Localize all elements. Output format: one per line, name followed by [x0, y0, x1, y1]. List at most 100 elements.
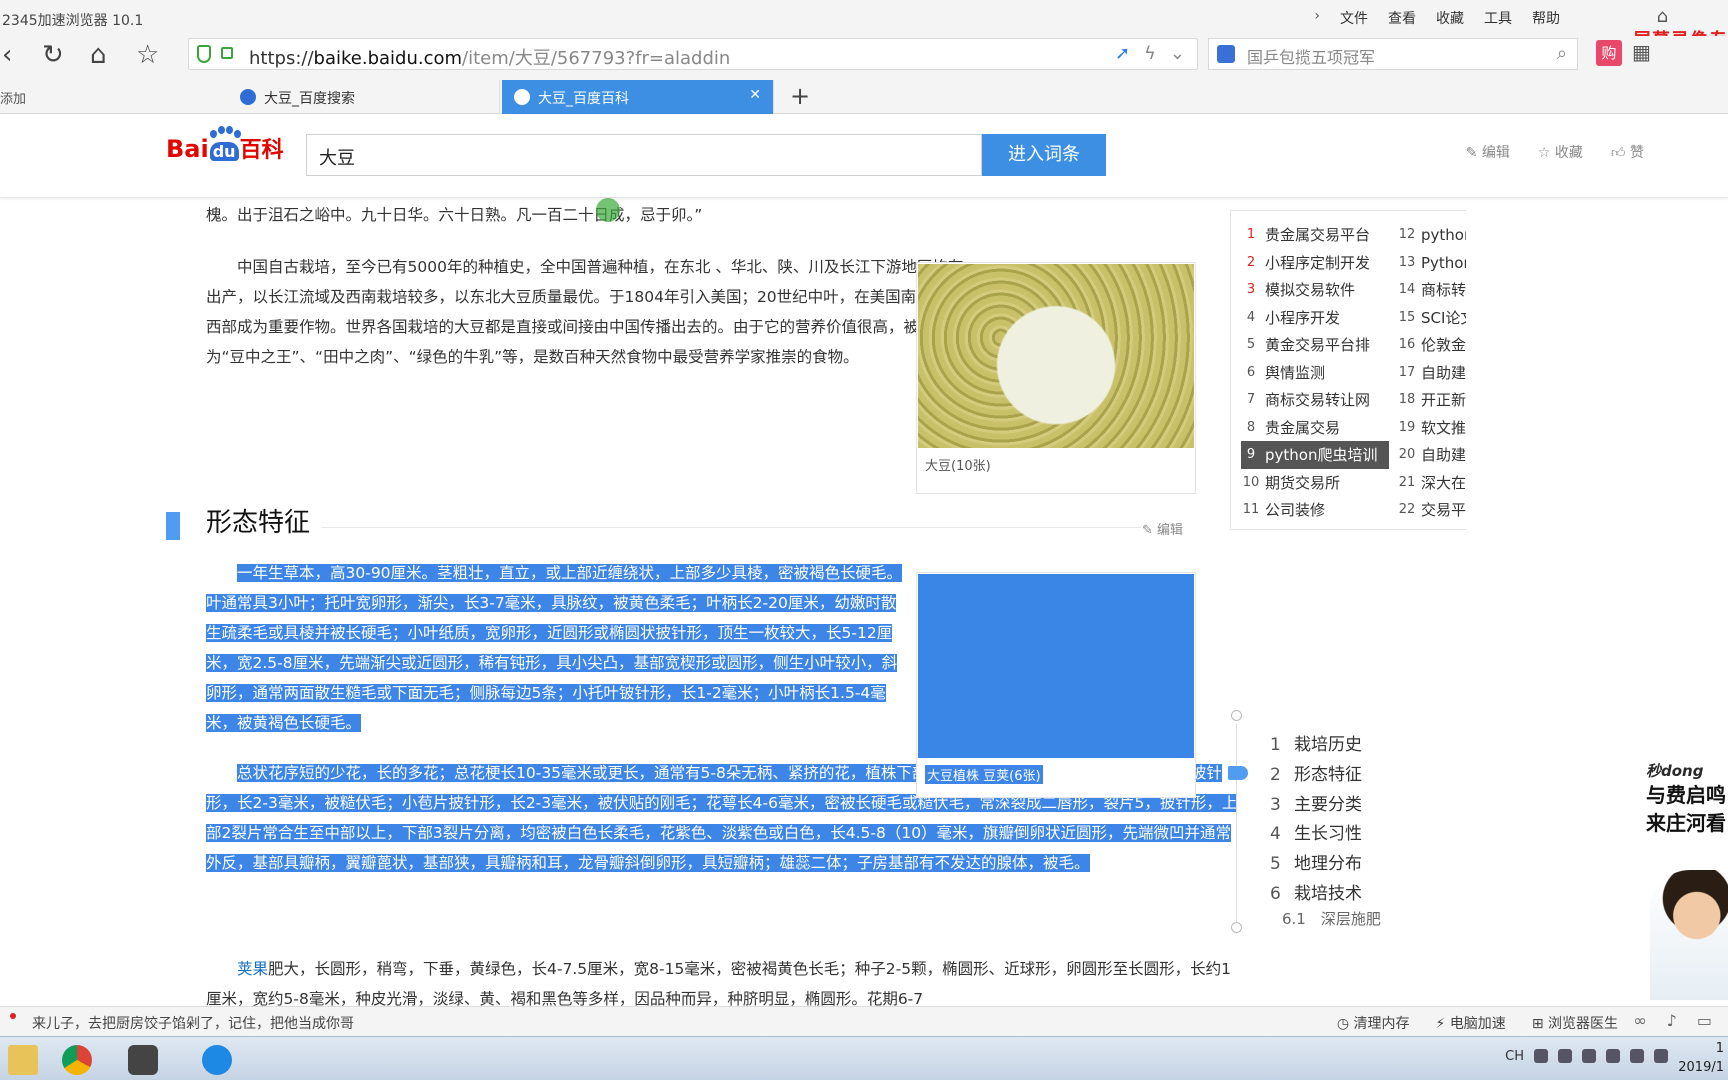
ide-taskbar-button[interactable]: [120, 1041, 166, 1079]
ad-item[interactable]: 4 小程序开发: [1241, 304, 1389, 332]
soybean-plant-image[interactable]: [918, 574, 1194, 758]
tab-baidu-search[interactable]: 大豆_百度搜索: [228, 80, 500, 114]
news-ticker[interactable]: 来儿子，去把厨房饺子馅剁了，记住，把他当成你哥: [32, 1013, 354, 1033]
menu-favorites[interactable]: 收藏: [1436, 8, 1464, 28]
search-box[interactable]: 国乒包揽五项冠军 ⌕: [1208, 38, 1578, 70]
section-edit-label: 编辑: [1157, 523, 1184, 538]
toc-item[interactable]: 3 主要分类: [1270, 790, 1362, 815]
lightning-icon[interactable]: ϟ: [1144, 43, 1156, 64]
ad-item[interactable]: 16 伦敦金交易平台: [1397, 331, 1466, 359]
new-tab-button[interactable]: +: [790, 82, 810, 110]
browser-doctor-button[interactable]: ⊞ 浏览器医生: [1532, 1013, 1618, 1033]
folder-taskbar-button[interactable]: [0, 1041, 46, 1079]
volume-icon[interactable]: [1654, 1049, 1668, 1063]
pod-link[interactable]: 荚果: [237, 960, 268, 978]
shopping-button[interactable]: 购: [1596, 40, 1622, 66]
browser-statusbar: 来儿子，去把厨房饺子馅剁了，记住，把他当成你哥 ◷ 清理内存 ⚡︎ 电脑加速 ⊞…: [0, 1006, 1728, 1036]
ad-rank: 17: [1398, 364, 1416, 380]
clock-date: 2019/1: [1678, 1060, 1724, 1075]
menu-file[interactable]: 文件: [1340, 8, 1368, 28]
clean-memory-button[interactable]: ◷ 清理内存: [1337, 1013, 1410, 1033]
ad-item[interactable]: 7 商标交易转让网: [1241, 386, 1389, 414]
search-engine-icon[interactable]: [1217, 45, 1235, 63]
address-bar[interactable]: https://baike.baidu.com/item/大豆/567793?f…: [188, 38, 1198, 70]
edit-label: 编辑: [1481, 145, 1510, 161]
add-favorite-link[interactable]: 添加: [0, 88, 26, 107]
close-icon[interactable]: ✕: [749, 87, 761, 103]
tray-icon[interactable]: [1582, 1049, 1596, 1063]
ad-item[interactable]: 14 商标转让交易网: [1397, 276, 1466, 304]
search-input[interactable]: 国乒包揽五项冠军: [1247, 44, 1375, 68]
ie-taskbar-button[interactable]: [194, 1041, 240, 1079]
baike-search-input[interactable]: 大豆: [306, 134, 982, 176]
toc-item[interactable]: 6 栽培技术: [1270, 879, 1362, 904]
ad-item[interactable]: 8 贵金属交易: [1241, 414, 1389, 442]
toc-item[interactable]: 5 地理分布: [1270, 849, 1362, 874]
tab-baidu-baike[interactable]: 大豆_百度百科 ✕: [502, 80, 774, 114]
baike-logo[interactable]: Bai du 百科: [166, 126, 284, 164]
toc-item[interactable]: 1 栽培历史: [1270, 730, 1362, 755]
ad-item[interactable]: 1 贵金属交易平台: [1241, 221, 1389, 249]
menu-view[interactable]: 查看: [1388, 8, 1416, 28]
link-icon[interactable]: ∞: [1633, 1011, 1646, 1030]
ime-indicator[interactable]: CH: [1505, 1049, 1524, 1064]
menu-help[interactable]: 帮助: [1532, 8, 1560, 28]
tray-icon[interactable]: [1606, 1049, 1620, 1063]
ad-item-highlighted[interactable]: 9 python爬虫培训: [1241, 441, 1389, 469]
ad-item[interactable]: 11 公司装修: [1241, 496, 1389, 524]
speed-up-button[interactable]: ⚡︎ 电脑加速: [1436, 1013, 1506, 1033]
ide-icon: [128, 1045, 158, 1075]
url-text[interactable]: https://baike.baidu.com/item/大豆/567793?f…: [249, 44, 730, 70]
ad-item[interactable]: 15 SCI论文润色: [1397, 304, 1466, 332]
sogou-icon[interactable]: [1534, 1049, 1548, 1063]
like-button[interactable]: 👍︎ 赞: [1611, 142, 1644, 162]
chevron-right-icon[interactable]: ›: [1314, 8, 1320, 28]
menu-tools[interactable]: 工具: [1484, 8, 1512, 28]
tray-icon[interactable]: [1558, 1049, 1572, 1063]
chevron-down-icon[interactable]: ⌄: [1170, 43, 1185, 64]
enter-entry-button[interactable]: 进入词条: [982, 134, 1106, 176]
home-icon[interactable]: ⌂: [90, 40, 107, 70]
soybean-image[interactable]: [918, 264, 1194, 448]
ad-item[interactable]: 18 开正新鸡排店: [1397, 386, 1466, 414]
ad-label: python培训: [1421, 226, 1466, 245]
image-caption[interactable]: 大豆植株 豆荚(6张): [925, 765, 1043, 784]
network-icon[interactable]: [1630, 1049, 1644, 1063]
ad-item[interactable]: 10 期货交易所: [1241, 469, 1389, 497]
ad-item[interactable]: 13 Python 培训班: [1397, 249, 1466, 277]
ad-item[interactable]: 20 自助建站: [1397, 441, 1466, 469]
selected-text[interactable]: 一年生草本，高30-90厘米。茎粗壮，直立，或上部近缠绕状，上部多少具棱，密被褐…: [206, 564, 903, 732]
ad-label: 深大在职研究生: [1421, 473, 1466, 492]
ad-item[interactable]: 3 模拟交易软件: [1241, 276, 1389, 304]
ad-item[interactable]: 17 自助建站网站: [1397, 359, 1466, 387]
ad-item[interactable]: 5 黄金交易平台排: [1241, 331, 1389, 359]
ad-item[interactable]: 2 小程序定制开发: [1241, 249, 1389, 277]
refresh-icon[interactable]: ↻: [42, 40, 64, 70]
ad-item[interactable]: 12 python培训: [1397, 221, 1466, 249]
ad-item[interactable]: 22 交易平台开户: [1397, 496, 1466, 524]
ad-item[interactable]: 21 深大在职研究生: [1397, 469, 1466, 497]
like-label: 赞: [1630, 145, 1644, 161]
section-edit-button[interactable]: ✎ 编辑: [1142, 516, 1183, 546]
toc-item-active[interactable]: 2 形态特征: [1270, 760, 1362, 785]
edit-button[interactable]: ✎ 编辑: [1466, 142, 1510, 162]
volume-icon[interactable]: ♪: [1667, 1011, 1677, 1030]
image-card[interactable]: 大豆(10张): [916, 262, 1196, 494]
chrome-taskbar-button[interactable]: [54, 1041, 100, 1079]
search-icon[interactable]: ⌕: [1557, 43, 1567, 64]
skin-icon[interactable]: ⌂: [1657, 6, 1668, 27]
image-card[interactable]: 大豆植株 豆荚(6张): [916, 572, 1196, 798]
favorite-button[interactable]: ☆ 收藏: [1538, 142, 1583, 162]
star-icon[interactable]: ☆: [136, 40, 159, 70]
ad-item[interactable]: 6 舆情监测: [1241, 359, 1389, 387]
paragraph-selected[interactable]: 一年生草本，高30-90厘米。茎粗壮，直立，或上部近缠绕状，上部多少具棱，密被褐…: [206, 558, 906, 738]
toc-subitem[interactable]: 6.1 深层施肥: [1282, 908, 1381, 929]
window-icon[interactable]: ▭: [1697, 1011, 1712, 1030]
apps-grid-icon[interactable]: ▦: [1632, 40, 1651, 64]
system-clock[interactable]: 1 2019/1: [1678, 1039, 1724, 1077]
toc-item[interactable]: 4 生长习性: [1270, 819, 1362, 844]
back-icon[interactable]: ‹: [2, 40, 12, 70]
image-caption[interactable]: 大豆(10张): [917, 449, 1195, 480]
ad-item[interactable]: 19 软文推广: [1397, 414, 1466, 442]
rocket-icon[interactable]: ➚: [1115, 43, 1130, 64]
